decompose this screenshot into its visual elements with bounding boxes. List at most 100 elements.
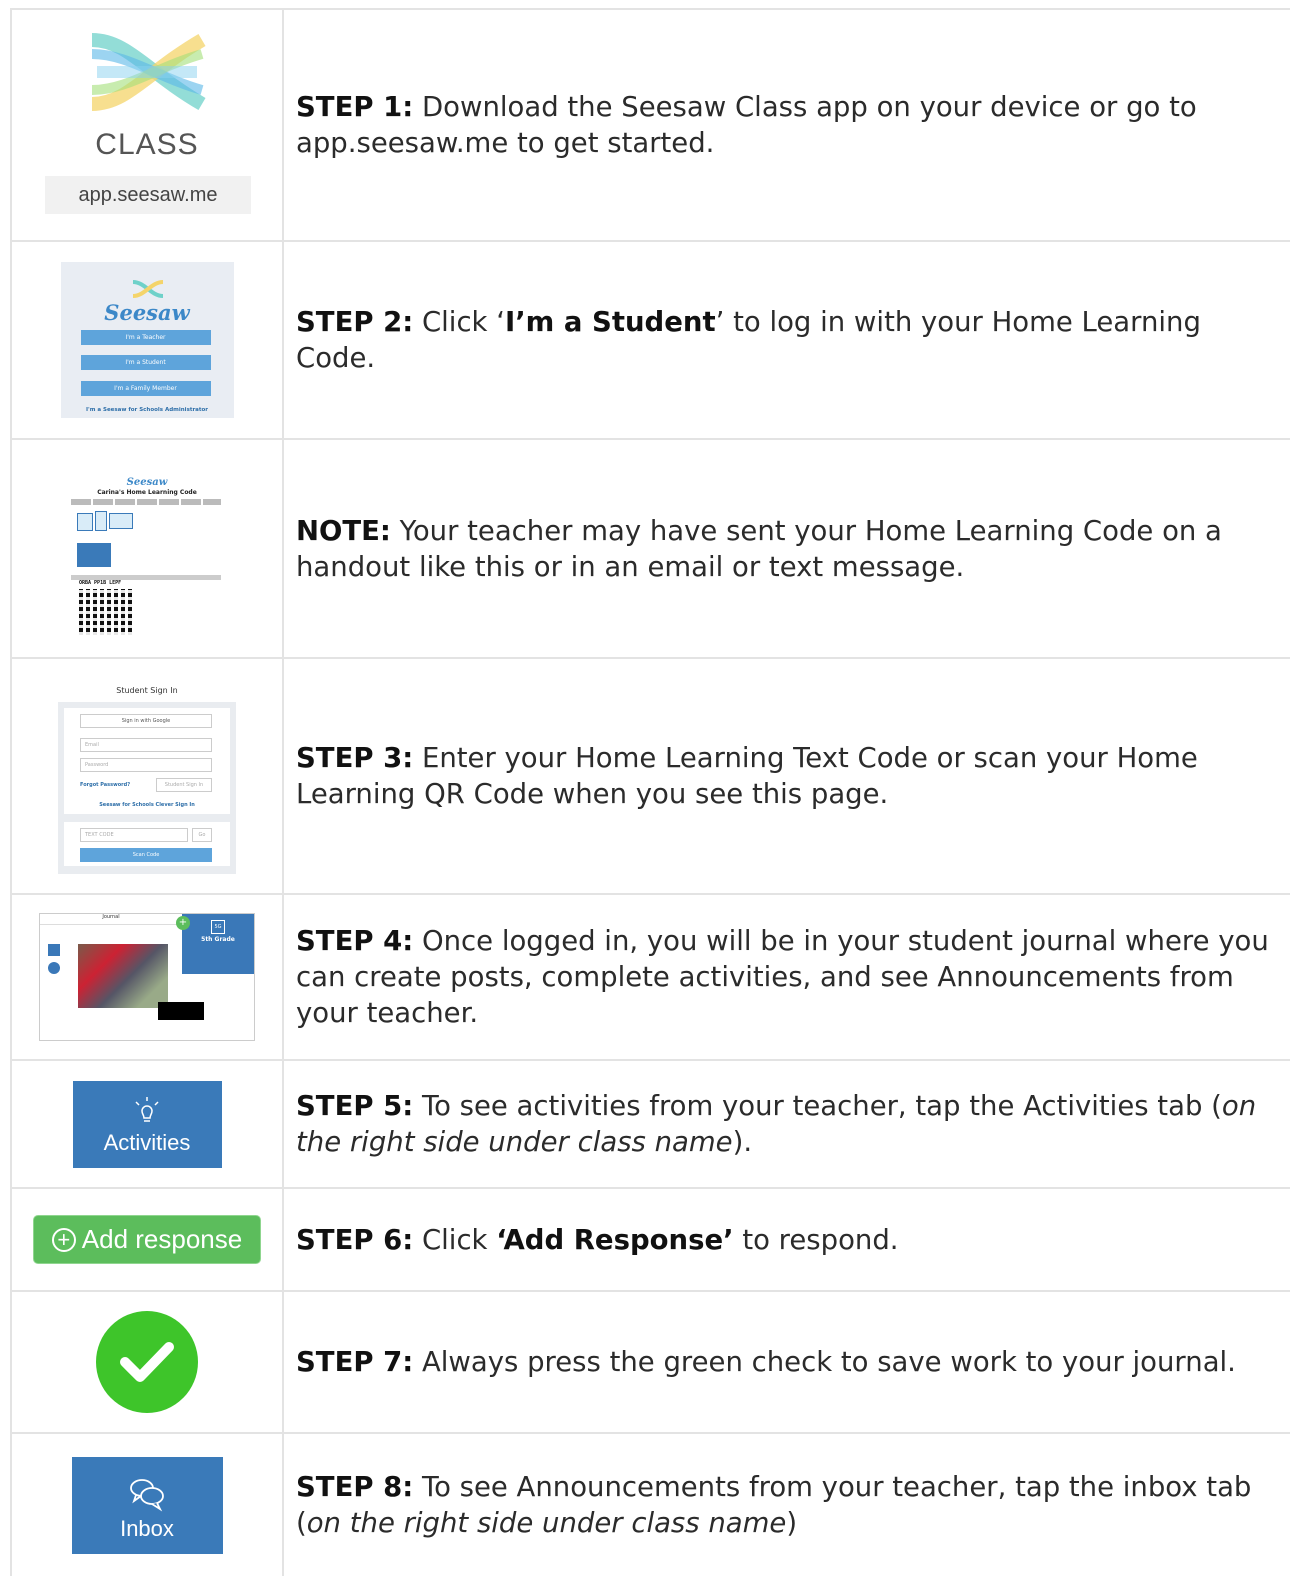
step-2-image: Seesaw I'm a Teacher I'm a Student I'm a…	[10, 242, 284, 438]
step-body-pre: Click	[413, 1223, 497, 1256]
seesaw-logo-icon	[132, 280, 163, 298]
class-badge-icon	[48, 944, 60, 956]
step-7-image	[10, 1292, 284, 1432]
activities-label: Activities	[103, 1129, 191, 1155]
seesaw-logo-icon	[91, 33, 206, 111]
step-body-post: to respond.	[733, 1223, 899, 1256]
step-label: NOTE:	[296, 514, 391, 547]
step-4-row: Journal 5G 5th Grade + STEP 4: Once logg…	[10, 895, 1290, 1061]
step-5-image: Activities	[10, 1061, 284, 1187]
step-body-pre: To see activities from your teacher, tap…	[413, 1090, 1222, 1122]
step-5-text: STEP 5: To see activities from your teac…	[284, 1061, 1290, 1187]
step-8-image: Inbox	[10, 1434, 284, 1576]
step-body: Download the Seesaw Class app on your de…	[296, 91, 1197, 159]
add-icon: +	[176, 916, 190, 930]
step-label: STEP 7:	[296, 1346, 414, 1378]
class-name: 5th Grade	[201, 936, 235, 943]
step-body-pre: Click ‘	[413, 306, 505, 338]
sign-in-card: Sign in with Google Email Password Forgo…	[64, 708, 230, 814]
handout-text-line	[71, 498, 221, 505]
step-label: STEP 4:	[296, 925, 414, 957]
step-label: STEP 1:	[296, 91, 414, 123]
google-sign-in-button: Sign in with Google	[80, 714, 212, 728]
student-button: I'm a Student	[80, 355, 211, 370]
step-body: Your teacher may have sent your Home Lea…	[296, 514, 1222, 583]
step-3-row: Student Sign In Sign in with Google Emai…	[10, 659, 1290, 895]
admin-link: I'm a Seesaw for Schools Administrator	[85, 407, 209, 413]
step-label: STEP 6:	[296, 1223, 414, 1256]
go-button: Go	[192, 828, 212, 842]
step-1-image: CLASS app.seesaw.me	[10, 10, 284, 240]
step-body-italic: on the right side under class name	[306, 1507, 787, 1539]
text-code-field: TEXT CODE	[80, 828, 188, 842]
step-label: STEP 5:	[296, 1090, 414, 1122]
step-label: STEP 8:	[296, 1471, 414, 1503]
student-button-thumbnail	[77, 542, 111, 567]
step-7-row: STEP 7: Always press the green check to …	[10, 1292, 1290, 1434]
lightbulb-icon	[135, 1096, 159, 1122]
step-body: Once logged in, you will be in your stud…	[296, 925, 1269, 1029]
student-sign-in-button: Student Sign In	[156, 778, 212, 792]
step-4-text: STEP 4: Once logged in, you will be in y…	[284, 895, 1290, 1059]
forgot-password-link: Forgot Password?	[80, 782, 131, 788]
student-sign-in-screenshot: Student Sign In Sign in with Google Emai…	[58, 678, 236, 874]
step-7-text: STEP 7: Always press the green check to …	[284, 1292, 1290, 1432]
code-card: TEXT CODE Go Scan Code	[64, 822, 230, 866]
caption-box	[158, 1002, 204, 1020]
class-side-panel: 5G 5th Grade	[182, 914, 254, 974]
plus-circle-icon: +	[51, 1227, 76, 1252]
activities-tab: Activities	[72, 1080, 222, 1168]
step-6-image: + Add response	[10, 1189, 284, 1290]
add-response-button: + Add response	[34, 1216, 260, 1263]
step-label: STEP 3:	[296, 742, 414, 774]
step-2-row: Seesaw I'm a Teacher I'm a Student I'm a…	[10, 242, 1290, 440]
step-6-text: STEP 6: Click ‘Add Response’ to respond.	[284, 1189, 1290, 1290]
student-journal-screenshot: Journal 5G 5th Grade +	[39, 913, 255, 1041]
check-icon	[120, 1342, 174, 1382]
device-icon	[109, 512, 133, 529]
note-row: Seesaw Carina's Home Learning Code ORBA …	[10, 440, 1290, 659]
step-body: Enter your Home Learning Text Code or sc…	[296, 742, 1198, 810]
password-field: Password	[80, 758, 212, 772]
inbox-label: Inbox	[120, 1515, 174, 1541]
step-5-row: Activities STEP 5: To see activities fro…	[10, 1061, 1290, 1189]
instructions-table: CLASS app.seesaw.me STEP 1: Download the…	[10, 8, 1290, 1576]
email-field: Email	[80, 738, 212, 752]
step-body-bold: ‘Add Response’	[496, 1223, 734, 1256]
step-2-text: STEP 2: Click ‘I’m a Student’ to log in …	[284, 242, 1290, 438]
handout-heading: Carina's Home Learning Code	[97, 488, 197, 496]
step-3-image: Student Sign In Sign in with Google Emai…	[10, 659, 284, 893]
step-4-image: Journal 5G 5th Grade +	[10, 895, 284, 1059]
device-icon	[77, 512, 93, 531]
step-3-text: STEP 3: Enter your Home Learning Text Co…	[284, 659, 1290, 893]
text-code: ORBA PP1B LEPF	[79, 579, 122, 586]
step-body: Always press the green check to save wor…	[413, 1346, 1236, 1378]
step-8-row: Inbox STEP 8: To see Announcements from …	[10, 1434, 1290, 1576]
app-url-label: app.seesaw.me	[45, 176, 251, 214]
step-body-post: ).	[732, 1126, 753, 1158]
seesaw-wordmark: Seesaw	[126, 476, 168, 488]
note-image: Seesaw Carina's Home Learning Code ORBA …	[10, 440, 284, 657]
chat-bubbles-icon	[130, 1478, 164, 1511]
seesaw-login-screenshot: Seesaw I'm a Teacher I'm a Student I'm a…	[60, 262, 234, 418]
class-wordmark: CLASS	[95, 128, 199, 161]
class-badge: 5G	[211, 920, 225, 934]
journal-post-photo	[78, 944, 168, 1008]
sign-in-title-text: Student Sign In	[116, 685, 178, 695]
handout-screenshot: Seesaw Carina's Home Learning Code ORBA …	[67, 458, 227, 639]
step-8-text: STEP 8: To see Announcements from your t…	[284, 1434, 1290, 1576]
add-response-label: Add response	[81, 1224, 243, 1254]
step-1-row: CLASS app.seesaw.me STEP 1: Download the…	[10, 10, 1290, 242]
green-check-button	[96, 1311, 198, 1413]
step-body-bold: I’m a Student	[504, 306, 716, 338]
step-body-post: )	[786, 1507, 798, 1539]
journal-header: Journal	[40, 914, 182, 925]
step-6-row: + Add response STEP 6: Click ‘Add Respon…	[10, 1189, 1290, 1292]
device-icon	[95, 510, 107, 531]
sign-in-title: Student Sign In	[58, 678, 236, 702]
inbox-tab: Inbox	[71, 1456, 223, 1554]
qr-pattern	[79, 588, 135, 635]
seesaw-wordmark: Seesaw	[104, 300, 190, 325]
family-button: I'm a Family Member	[80, 381, 211, 396]
note-text: NOTE: Your teacher may have sent your Ho…	[284, 440, 1290, 657]
